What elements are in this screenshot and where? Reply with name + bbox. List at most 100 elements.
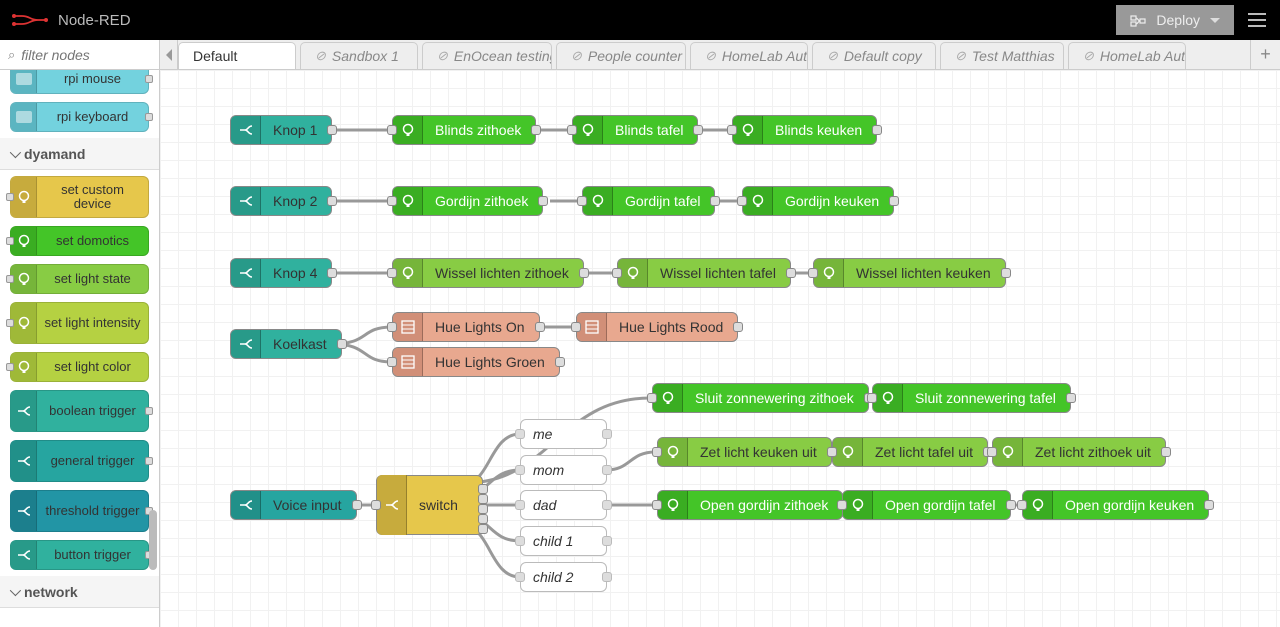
- split-icon: [231, 116, 261, 144]
- palette-node-set-light-intensity[interactable]: set light intensity: [10, 302, 149, 344]
- node-knop1[interactable]: Knop 1: [230, 115, 332, 145]
- palette-node-button-trigger[interactable]: button trigger: [10, 540, 149, 570]
- filter-input[interactable]: [21, 47, 151, 63]
- node-switch[interactable]: switch: [376, 475, 483, 535]
- node-wissel-tafel[interactable]: Wissel lichten tafel: [617, 258, 791, 288]
- app-header: Node-RED Deploy: [0, 0, 1280, 40]
- palette-node-set-domotics[interactable]: set domotics: [10, 226, 149, 256]
- node-subflow-mom[interactable]: mom: [520, 455, 607, 485]
- palette-category-network[interactable]: network: [0, 576, 159, 608]
- node-blinds-tafel[interactable]: Blinds tafel: [572, 115, 698, 145]
- bulb-icon: [733, 116, 763, 144]
- template-icon: [393, 313, 423, 341]
- node-sluit-tafel[interactable]: Sluit zonnewering tafel: [872, 383, 1071, 413]
- bulb-icon: [11, 353, 37, 381]
- tab-test-matthias[interactable]: ⊘Test Matthias: [940, 42, 1064, 69]
- add-tab-button[interactable]: +: [1250, 40, 1280, 69]
- node-subflow-dad[interactable]: dad: [520, 490, 607, 520]
- palette-node-general-trigger[interactable]: general trigger: [10, 440, 149, 482]
- node-hue-groen[interactable]: Hue Lights Groen: [392, 347, 560, 377]
- tab-default-copy[interactable]: ⊘Default copy: [812, 42, 936, 69]
- disabled-icon: ⊘: [571, 48, 582, 64]
- node-blinds-keuken[interactable]: Blinds keuken: [732, 115, 877, 145]
- node-hue-rood[interactable]: Hue Lights Rood: [576, 312, 738, 342]
- tab-sandbox1[interactable]: ⊘Sandbox 1: [300, 42, 418, 69]
- palette-category-dyamand[interactable]: dyamand: [0, 138, 159, 170]
- node-blinds-zithoek[interactable]: Blinds zithoek: [392, 115, 536, 145]
- node-sluit-zithoek[interactable]: Sluit zonnewering zithoek: [652, 383, 869, 413]
- bulb-icon: [573, 116, 603, 144]
- split-icon: [11, 541, 37, 569]
- node-knop2[interactable]: Knop 2: [230, 186, 332, 216]
- rpi-icon: [11, 70, 37, 93]
- node-zet-zithoek-uit[interactable]: Zet licht zithoek uit: [992, 437, 1166, 467]
- node-open-tafel[interactable]: Open gordijn tafel: [842, 490, 1011, 520]
- node-zet-keuken-uit[interactable]: Zet licht keuken uit: [657, 437, 832, 467]
- search-icon: ⌕: [8, 47, 15, 63]
- disabled-icon: ⊘: [315, 48, 326, 64]
- tab-homelab1[interactable]: ⊘HomeLab Automa: [690, 42, 808, 69]
- template-icon: [393, 348, 423, 376]
- disabled-icon: ⊘: [1083, 48, 1094, 64]
- node-open-zithoek[interactable]: Open gordijn zithoek: [657, 490, 843, 520]
- palette-node-rpi-keyboard[interactable]: rpi keyboard: [10, 102, 149, 132]
- bulb-icon: [743, 187, 773, 215]
- deploy-button[interactable]: Deploy: [1116, 5, 1234, 35]
- palette-sidebar: ⌕ rpi mouse rpi keyboard dyama: [0, 40, 160, 627]
- node-wissel-keuken[interactable]: Wissel lichten keuken: [813, 258, 1006, 288]
- split-icon: [231, 187, 261, 215]
- chevron-down-icon: [10, 146, 21, 157]
- palette-node-rpi-mouse[interactable]: rpi mouse: [10, 70, 149, 94]
- hamburger-icon: [1248, 19, 1266, 21]
- node-subflow-me[interactable]: me: [520, 419, 607, 449]
- disabled-icon: ⊘: [705, 48, 716, 64]
- bulb-icon: [393, 259, 423, 287]
- tab-default[interactable]: Default: [178, 42, 296, 69]
- bulb-icon: [1023, 491, 1053, 519]
- palette-node-set-light-state[interactable]: set light state: [10, 264, 149, 294]
- switch-icon: [377, 475, 407, 535]
- main-menu-button[interactable]: [1234, 0, 1280, 40]
- palette-scrollbar[interactable]: [149, 510, 157, 570]
- palette-node-threshold-trigger[interactable]: threshold trigger: [10, 490, 149, 532]
- bulb-icon: [393, 187, 423, 215]
- disabled-icon: ⊘: [437, 48, 448, 64]
- bulb-icon: [873, 384, 903, 412]
- node-gordijn-tafel[interactable]: Gordijn tafel: [582, 186, 715, 216]
- tab-homelab2[interactable]: ⊘HomeLab Automa: [1068, 42, 1186, 69]
- tab-enocean[interactable]: ⊘EnOcean testing: [422, 42, 552, 69]
- flow-canvas[interactable]: Knop 1 Blinds zithoek Blinds tafel Blind…: [160, 70, 1280, 627]
- palette-filter[interactable]: ⌕: [0, 40, 159, 70]
- node-wissel-zithoek[interactable]: Wissel lichten zithoek: [392, 258, 584, 288]
- app-title: Node-RED: [58, 12, 131, 29]
- tabs-collapse-button[interactable]: [160, 40, 178, 69]
- node-subflow-child2[interactable]: child 2: [520, 562, 607, 592]
- tab-people-counter[interactable]: ⊘People counter: [556, 42, 686, 69]
- bulb-icon: [393, 116, 423, 144]
- split-icon: [11, 491, 37, 531]
- node-koelkast[interactable]: Koelkast: [230, 329, 342, 359]
- node-subflow-child1[interactable]: child 1: [520, 526, 607, 556]
- bulb-icon: [618, 259, 648, 287]
- chevron-down-icon: [10, 584, 21, 595]
- rpi-icon: [11, 103, 37, 131]
- workspace: Default ⊘Sandbox 1 ⊘EnOcean testing ⊘Peo…: [160, 40, 1280, 627]
- node-zet-tafel-uit[interactable]: Zet licht tafel uit: [832, 437, 988, 467]
- bulb-icon: [843, 491, 873, 519]
- palette-node-set-custom-device[interactable]: set custom device: [10, 176, 149, 218]
- node-gordijn-zithoek[interactable]: Gordijn zithoek: [392, 186, 543, 216]
- node-gordijn-keuken[interactable]: Gordijn keuken: [742, 186, 894, 216]
- bulb-icon: [658, 438, 688, 466]
- chevron-left-icon: [166, 49, 172, 61]
- split-icon: [11, 441, 37, 481]
- node-voice-input[interactable]: Voice input: [230, 490, 357, 520]
- node-knop4[interactable]: Knop 4: [230, 258, 332, 288]
- chevron-down-icon: [1210, 18, 1220, 23]
- deploy-label: Deploy: [1156, 12, 1200, 28]
- palette-node-boolean-trigger[interactable]: boolean trigger: [10, 390, 149, 432]
- node-open-keuken[interactable]: Open gordijn keuken: [1022, 490, 1209, 520]
- split-icon: [11, 391, 37, 431]
- split-icon: [231, 330, 261, 358]
- node-hue-on[interactable]: Hue Lights On: [392, 312, 540, 342]
- palette-node-set-light-color[interactable]: set light color: [10, 352, 149, 382]
